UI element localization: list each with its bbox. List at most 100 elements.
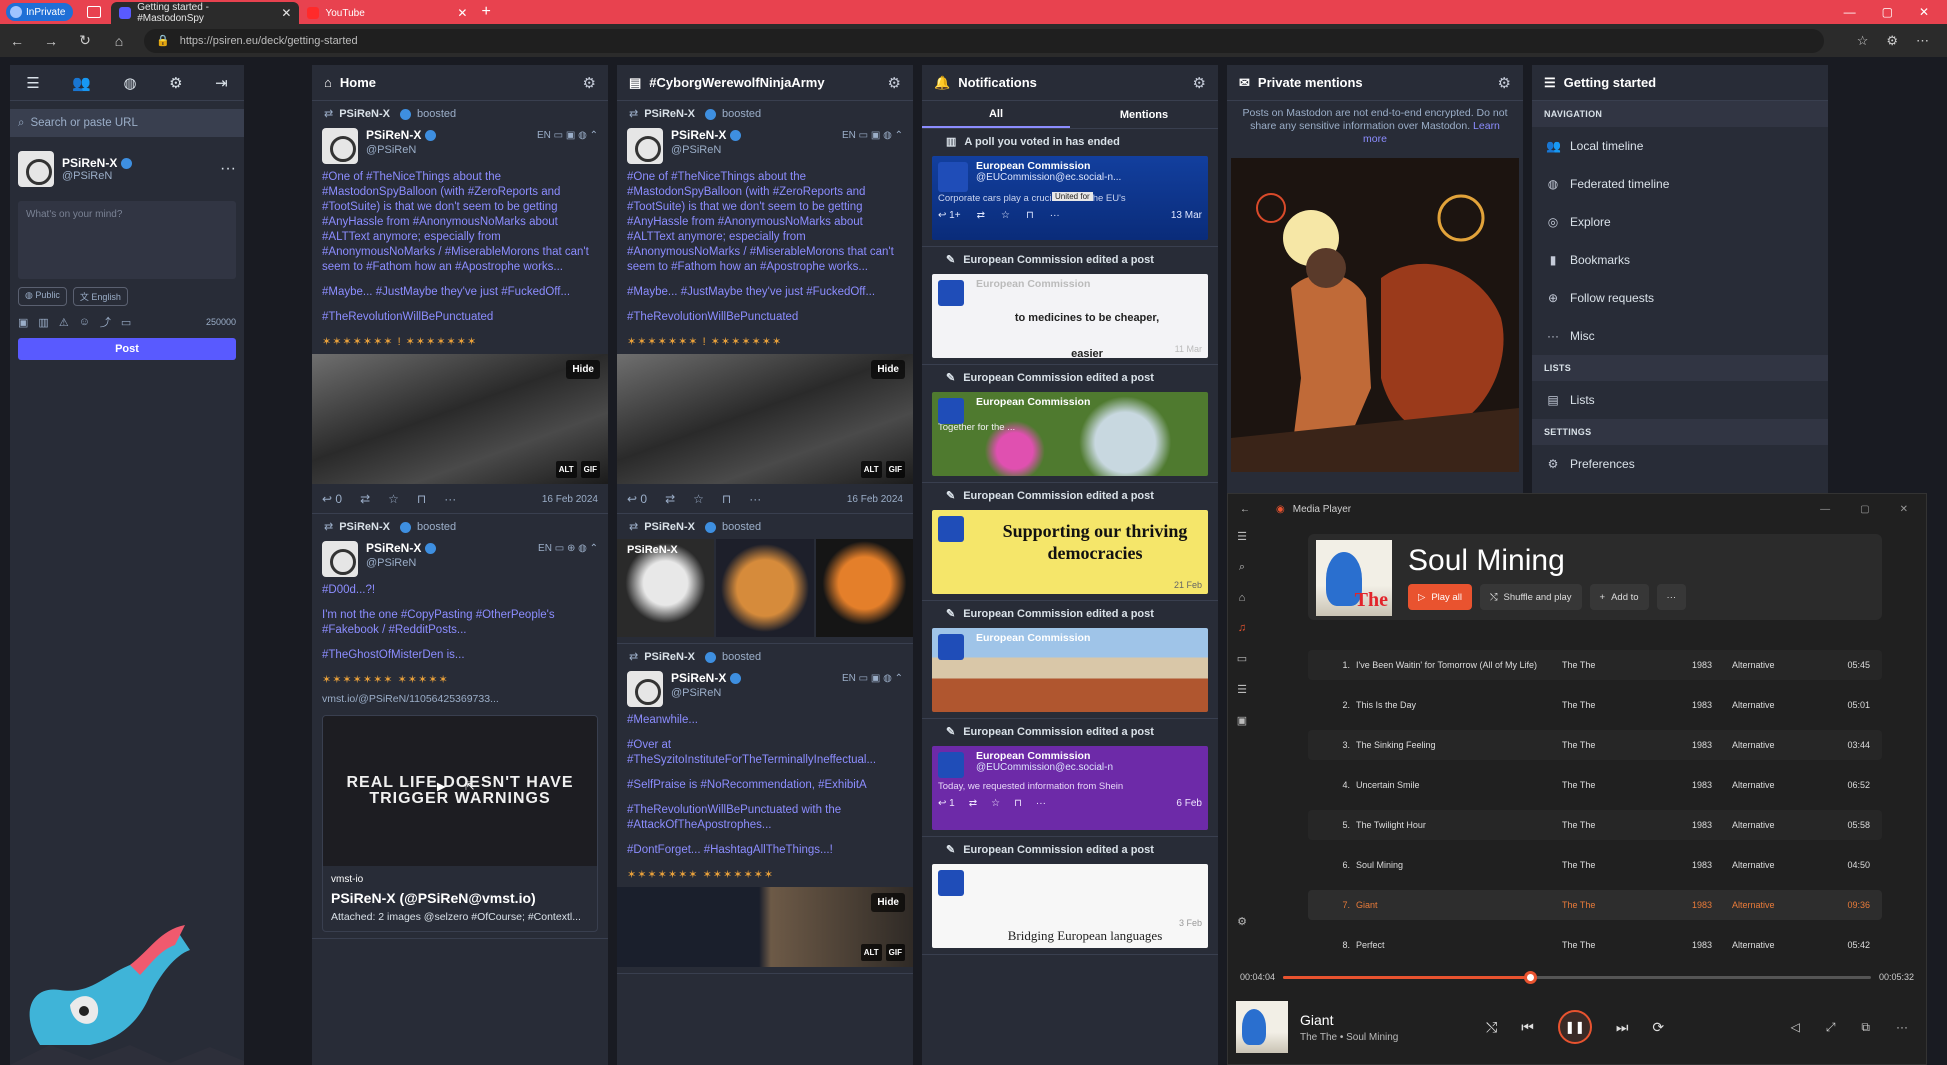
author-handle[interactable]: @PSiReN — [671, 686, 741, 701]
pause-button[interactable]: ❚❚ — [1557, 1010, 1592, 1044]
eu-flag-avatar[interactable] — [938, 398, 964, 424]
nav-bookmarks[interactable]: ▮ Bookmarks — [1532, 241, 1828, 279]
language-button[interactable]: 文 English — [72, 287, 128, 306]
nav-explore[interactable]: ◎ Explore — [1532, 203, 1828, 241]
logout-icon[interactable]: ⇥ — [215, 74, 228, 92]
maximize-button[interactable]: ▢ — [1860, 504, 1869, 515]
status-card[interactable]: European Commission Together for the ... — [932, 392, 1208, 476]
post-date[interactable]: 3 Feb — [1179, 918, 1202, 928]
video-icon[interactable]: ▭ — [1237, 652, 1247, 665]
author-handle[interactable]: @EUCommission@ec.social-n — [976, 762, 1202, 773]
status-card[interactable]: European Commission @EUCommission@ec.soc… — [932, 156, 1208, 240]
schedule-icon[interactable]: ▭ — [121, 316, 131, 329]
more-button[interactable]: ··· — [444, 492, 456, 507]
notification-item[interactable]: ▥ A poll you voted in has ended European … — [922, 129, 1218, 247]
bookmark-button[interactable]: ⊓ — [722, 492, 731, 507]
column-settings-icon[interactable]: ⚙ — [888, 74, 901, 92]
refresh-icon[interactable]: ↻ — [68, 32, 102, 49]
column-settings-icon[interactable]: ⚙ — [583, 74, 596, 92]
author-handle[interactable]: @EUCommission@ec.social-n... — [976, 172, 1202, 183]
eu-flag-avatar[interactable] — [938, 162, 968, 192]
post-link[interactable]: vmst.io/@PSiReN/11056425369733... — [322, 692, 598, 707]
nav-local-timeline[interactable]: 👥 Local timeline — [1532, 127, 1828, 165]
tab-mentions[interactable]: Mentions — [1070, 101, 1218, 128]
nav-preferences[interactable]: ⚙ Preferences — [1532, 445, 1828, 483]
media-attachment[interactable]: Hide ALT GIF — [617, 354, 913, 484]
close-tab-icon[interactable]: ✕ — [457, 6, 467, 20]
post-date[interactable]: 6 Feb — [1176, 798, 1202, 809]
post-date[interactable]: 16 Feb 2024 — [847, 492, 903, 507]
author-handle[interactable]: @PSiReN — [366, 556, 436, 571]
favourite-button[interactable]: ☆ — [991, 798, 1000, 809]
nav-misc[interactable]: ··· Misc — [1532, 317, 1828, 355]
new-tab-button[interactable]: + — [481, 3, 490, 21]
music-icon[interactable]: ♫ — [1238, 622, 1246, 634]
eu-flag-avatar[interactable] — [938, 634, 964, 660]
forward-icon[interactable]: → — [34, 33, 68, 49]
post-date[interactable]: 11 Mar — [1175, 344, 1202, 354]
home-icon[interactable]: ⌂ — [1239, 592, 1246, 604]
status-post[interactable]: ⇄ PSiReN-X boosted PSiReN-X @PSiReN EN ▭ ▣ … — [617, 101, 913, 514]
settings-icon[interactable]: ⚙ — [1237, 915, 1247, 928]
notification-item[interactable]: ✎ European Commission edited a post Suppo… — [922, 483, 1218, 601]
bookmark-button[interactable]: ⊓ — [1014, 798, 1022, 809]
mini-player-icon[interactable]: ⧉ — [1861, 1020, 1870, 1035]
gallery-image[interactable]: PSiReN-X — [617, 539, 715, 637]
back-icon[interactable]: ← — [0, 33, 34, 49]
playlist-icon[interactable]: ▣ — [1237, 714, 1247, 727]
author-handle[interactable]: @PSiReN — [366, 143, 436, 158]
gallery-image[interactable] — [716, 539, 814, 637]
more-icon[interactable]: ··· — [1896, 1020, 1908, 1035]
nav-lists[interactable]: ▤ Lists — [1532, 381, 1828, 419]
track-row[interactable]: 7. Giant The The 1983 Alternative 09:36 — [1308, 890, 1882, 920]
author-name[interactable]: European Commission — [976, 750, 1202, 762]
track-row[interactable]: 6. Soul Mining The The 1983 Alternative 04:50 — [1308, 850, 1882, 880]
track-row[interactable]: 4. Uncertain Smile The The 1983 Alternative 0… — [1308, 770, 1882, 800]
reply-button[interactable]: ↩ 1 — [938, 798, 955, 809]
more-options-button[interactable]: ··· — [1656, 584, 1687, 610]
add-to-button[interactable]: + Add to — [1589, 584, 1649, 610]
notification-item[interactable]: ✎ European Commission edited a post Europ… — [922, 719, 1218, 837]
booster-name[interactable]: PSiReN-X — [644, 650, 695, 665]
author-name[interactable]: PSiReN-X — [671, 128, 726, 142]
tab-actions-icon[interactable] — [87, 6, 102, 18]
booster-name[interactable]: PSiReN-X — [339, 107, 390, 122]
nav-federated-timeline[interactable]: ◍ Federated timeline — [1532, 165, 1828, 203]
album-cover[interactable] — [1316, 540, 1392, 616]
column-settings-icon[interactable]: ⚙ — [1498, 74, 1511, 92]
notifications-column-header[interactable]: 🔔 Notifications ⚙ — [922, 65, 1218, 101]
notification-item[interactable]: ✎ European Commission edited a post Europ… — [922, 247, 1218, 365]
share-icon[interactable]: ⤴ — [100, 314, 111, 330]
track-row[interactable]: 3. The Sinking Feeling The The 1983 Alternat… — [1308, 730, 1882, 760]
attach-media-icon[interactable]: ▣ — [18, 316, 28, 329]
boost-button[interactable]: ⇄ — [665, 492, 675, 507]
volume-icon[interactable]: ◁ — [1791, 1020, 1800, 1035]
avatar[interactable] — [322, 541, 358, 577]
hide-media-button[interactable]: Hide — [871, 360, 905, 379]
track-row[interactable]: 5. The Twilight Hour The The 1983 Alternativ… — [1308, 810, 1882, 840]
emoji-icon[interactable]: ☺ — [79, 316, 90, 328]
settings-icon[interactable]: ⚙ — [169, 74, 182, 92]
home-icon[interactable]: ⌂ — [102, 33, 136, 49]
reply-button[interactable]: ↩ 0 — [322, 492, 342, 507]
boost-button[interactable]: ⇄ — [969, 798, 977, 809]
fullscreen-icon[interactable]: ⤢ — [1826, 1020, 1836, 1035]
more-button[interactable]: ··· — [1036, 798, 1046, 809]
hashtag-column-header[interactable]: ▤ #CyborgWerewolfNinjaArmy ⚙ — [617, 65, 913, 101]
notification-item[interactable]: ✎ European Commission edited a post Bridg… — [922, 837, 1218, 955]
globe-icon[interactable]: ◍ — [124, 74, 137, 92]
favourite-button[interactable]: ☆ — [388, 492, 399, 507]
author-name[interactable]: European Commission — [976, 160, 1202, 172]
more-button[interactable]: ··· — [1050, 210, 1060, 221]
previous-icon[interactable]: ⏮ — [1521, 1019, 1534, 1036]
search-icon[interactable]: ⌕ — [1239, 561, 1245, 574]
more-icon[interactable]: ··· — [220, 160, 236, 178]
author-name[interactable]: European Commission — [976, 396, 1202, 408]
media-attachment[interactable]: Hide ALT GIF — [617, 887, 913, 967]
avatar[interactable] — [18, 151, 54, 187]
status-card[interactable]: Supporting our thriving democracies 21 F… — [932, 510, 1208, 594]
private-mentions-column-header[interactable]: ✉ Private mentions ⚙ — [1227, 65, 1523, 101]
address-bar[interactable]: 🔒 https://psiren.eu/deck/getting-started — [144, 28, 1824, 53]
warrior-dragon-artwork[interactable] — [1231, 158, 1519, 472]
now-playing-cover[interactable] — [1236, 1001, 1288, 1053]
